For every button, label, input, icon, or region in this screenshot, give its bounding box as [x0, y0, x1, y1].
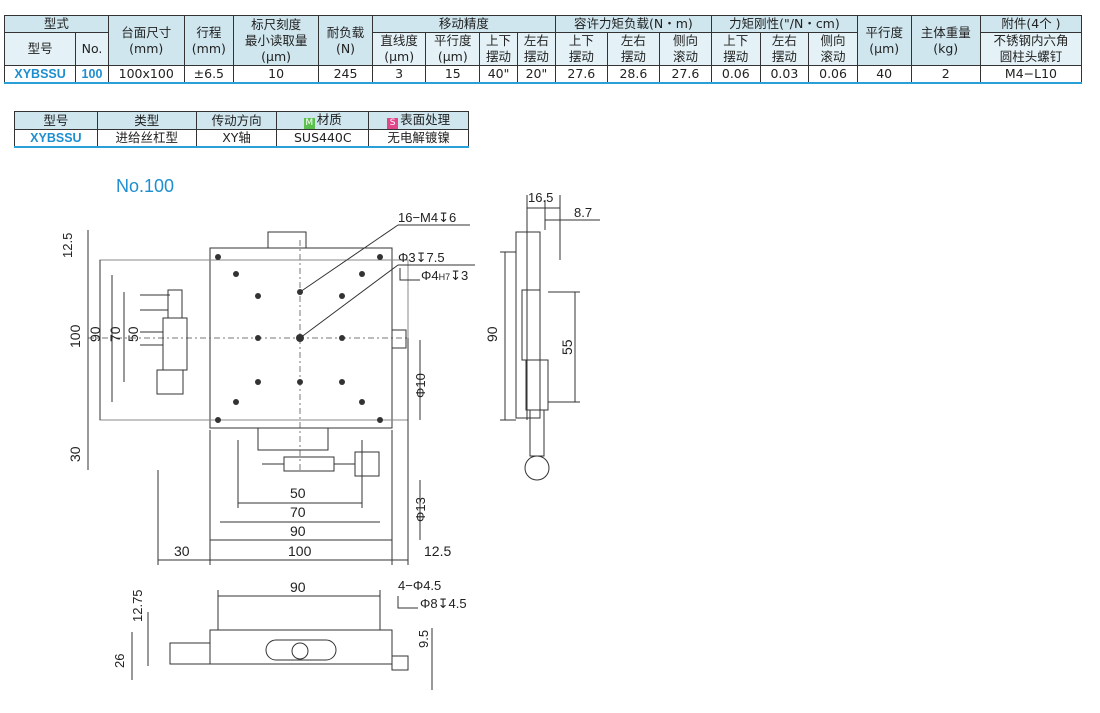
top-view: 12.5 100 90 70 50 30 50 70 90 30 100 12.… — [60, 210, 475, 565]
side-view: 16.5 8.7 90 55 — [484, 190, 600, 481]
dim-phi13: Φ13 — [413, 497, 428, 522]
x-micrometer-sleeve — [162, 317, 188, 371]
y-micrometer-knob — [354, 451, 380, 477]
dim-50-h: 50 — [290, 485, 306, 501]
dim-30-v: 30 — [67, 446, 83, 462]
front-lock — [391, 655, 409, 671]
dim-50-v: 50 — [125, 326, 141, 342]
dim-12-5-h: 12.5 — [424, 543, 451, 559]
side-dim-16-5: 16.5 — [528, 190, 553, 205]
side-knob — [524, 455, 550, 481]
front-dim-26: 26 — [112, 654, 127, 668]
front-dim-9-5: 9.5 — [416, 630, 431, 648]
side-dim-90: 90 — [484, 326, 500, 342]
note-pin-hole2: Φ4H7↧3 — [421, 268, 468, 283]
dim-12-5-top: 12.5 — [60, 233, 75, 258]
side-body — [515, 231, 541, 419]
y-micrometer-housing — [257, 427, 329, 451]
dim-70-v: 70 — [107, 326, 123, 342]
front-screw — [291, 642, 309, 660]
dim-90-v: 90 — [87, 326, 103, 342]
front-note-holes: 4−Φ4.5 — [398, 578, 441, 593]
right-lock — [391, 329, 407, 349]
counterbore-symbol — [399, 268, 420, 281]
front-note-cb: Φ8↧4.5 — [420, 596, 467, 611]
dim-phi10: Φ10 — [413, 373, 428, 398]
x-micrometer-knob — [156, 369, 184, 395]
front-counterbore-symbol — [397, 596, 418, 609]
dim-100-v: 100 — [67, 324, 83, 348]
side-shaft — [529, 409, 545, 457]
note-tapped: 16−M4↧6 — [398, 210, 456, 225]
lower-stage — [99, 259, 409, 421]
dim-100-h: 100 — [288, 543, 312, 559]
dim-90-h: 90 — [290, 523, 306, 539]
dim-70-h: 70 — [290, 504, 306, 520]
side-micrometer — [521, 289, 541, 361]
front-dim-90: 90 — [290, 579, 306, 595]
x-micrometer-body — [167, 289, 183, 319]
front-view: 90 4−Φ4.5 Φ8↧4.5 12.75 26 9.5 — [112, 578, 467, 690]
dim-30-h: 30 — [174, 543, 190, 559]
front-dim-12-75: 12.75 — [130, 589, 145, 622]
side-dim-55: 55 — [559, 339, 575, 355]
technical-drawing: 12.5 100 90 70 50 30 50 70 90 30 100 12.… — [60, 190, 600, 690]
front-knob-left — [169, 642, 211, 665]
note-pin-hole: Φ3↧7.5 — [398, 250, 445, 265]
y-micrometer-sleeve — [283, 456, 335, 472]
side-sleeve — [525, 359, 549, 411]
side-dim-8-7: 8.7 — [574, 205, 592, 220]
